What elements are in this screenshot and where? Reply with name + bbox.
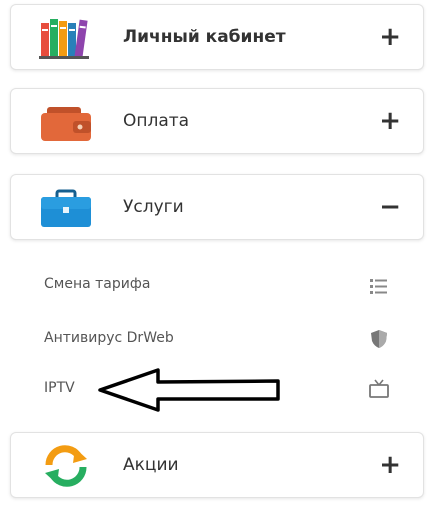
shield-icon [368,328,390,350]
menu-item-personal-account[interactable]: Личный кабинет + [10,4,424,70]
menu-item-promotions[interactable]: Акции + [10,432,424,498]
list-icon [368,275,390,297]
wallet-icon [39,101,93,143]
collapse-toggle[interactable]: − [379,175,401,239]
menu-item-payment[interactable]: Оплата + [10,88,424,154]
menu-item-label: Услуги [123,197,184,217]
submenu-item-label[interactable]: IPTV [44,380,75,396]
submenu-item-label[interactable]: Антивирус DrWeb [44,330,174,346]
menu-item-label: Оплата [123,111,190,131]
menu-item-services[interactable]: Услуги − [10,174,424,240]
books-icon [39,17,93,59]
briefcase-icon [39,187,93,229]
expand-toggle[interactable]: + [379,5,401,69]
menu-item-label: Акции [123,455,179,475]
menu-item-label: Личный кабинет [123,27,286,47]
expand-toggle[interactable]: + [379,433,401,497]
submenu-item-label[interactable]: Смена тарифа [44,276,150,292]
expand-toggle[interactable]: + [379,89,401,153]
tv-icon [368,378,390,400]
refresh-icon [39,445,93,487]
left-arrow-annotation [96,364,286,414]
